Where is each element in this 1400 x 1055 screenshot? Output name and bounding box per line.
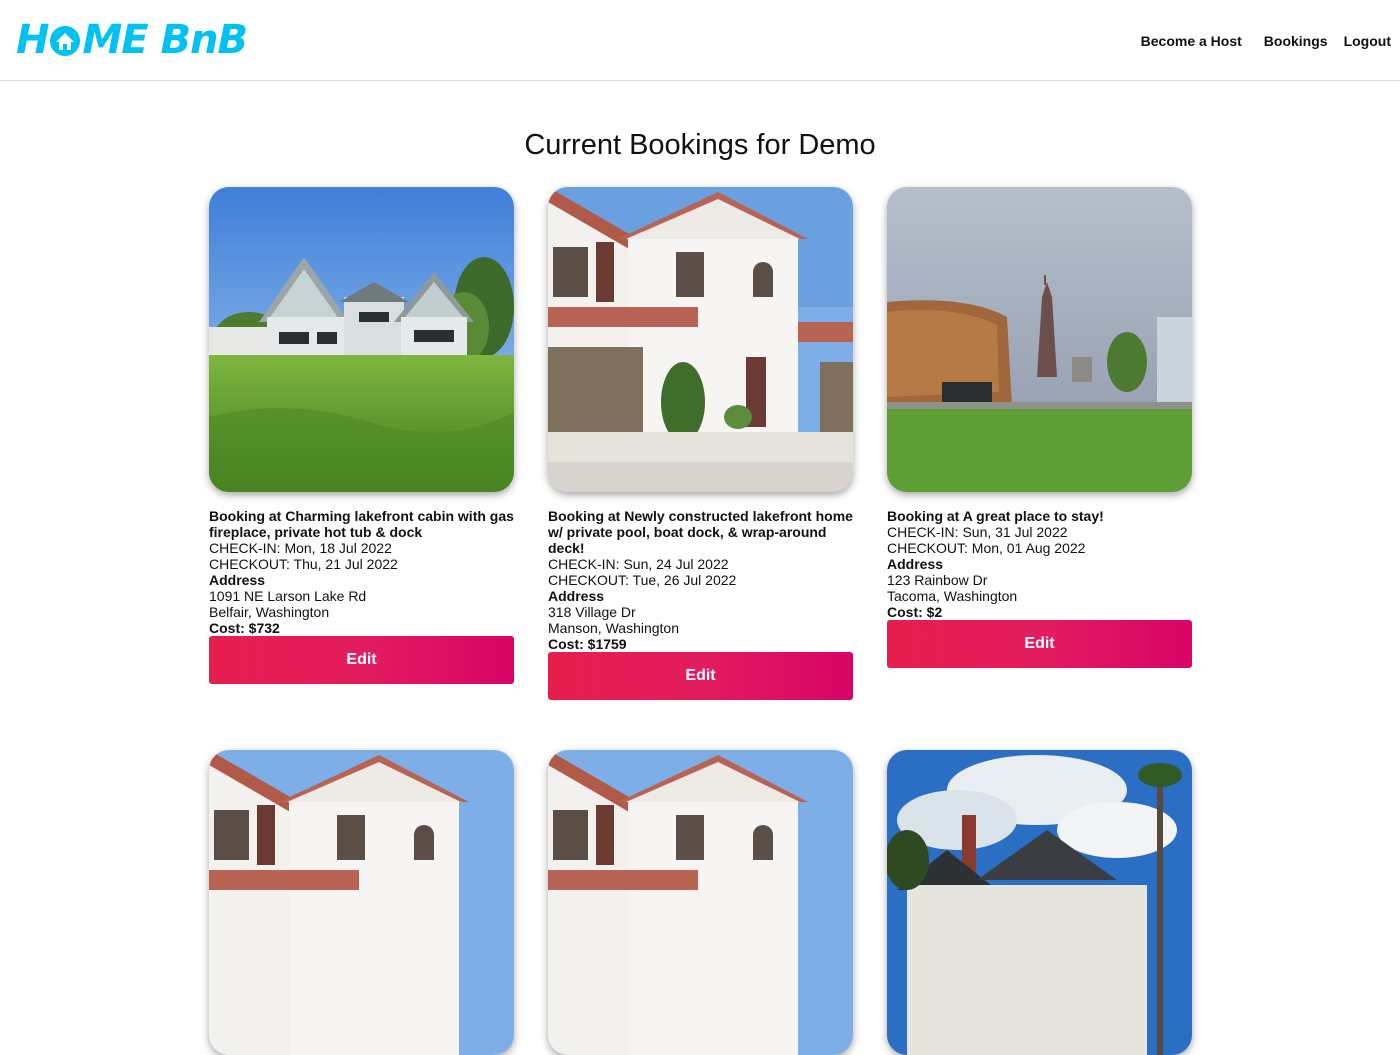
logo-text-left: H: [16, 17, 49, 63]
checkout-date: CHECKOUT: Mon, 01 Aug 2022: [887, 540, 1086, 556]
stucco-house-image: [548, 187, 853, 492]
city-skyline-image: [887, 187, 1192, 492]
booking-card: Booking at Charming lakefront cabin with…: [209, 187, 514, 684]
city-state: Manson, Washington: [548, 620, 679, 636]
street-address: 318 Village Dr: [548, 604, 636, 620]
stucco-house-image: [548, 750, 853, 1055]
listing-photo[interactable]: [887, 750, 1192, 1055]
nav-links: Become a Host Bookings Logout: [1141, 31, 1391, 51]
booking-card: Booking at Newly constructed lakefront h…: [548, 187, 853, 700]
edit-booking-button[interactable]: Edit: [887, 620, 1192, 668]
booking-cost: Cost: $2: [887, 604, 943, 620]
listing-photo[interactable]: [548, 187, 853, 492]
bookings-link[interactable]: Bookings: [1264, 31, 1328, 51]
page-title: Current Bookings for Demo: [524, 129, 876, 161]
logout-link[interactable]: Logout: [1344, 31, 1391, 51]
booking-cost: Cost: $1759: [548, 636, 627, 652]
booking-info: Booking at Charming lakefront cabin with…: [209, 508, 514, 636]
booking-title: Booking at Newly constructed lakefront h…: [548, 508, 853, 556]
check-in-date: CHECK-IN: Mon, 18 Jul 2022: [209, 540, 392, 556]
navbar: H ME BnB Become a Host Bookings Logout: [0, 0, 1400, 81]
city-state: Belfair, Washington: [209, 604, 330, 620]
listing-photo[interactable]: [209, 187, 514, 492]
check-in-date: CHECK-IN: Sun, 31 Jul 2022: [887, 524, 1068, 540]
edit-booking-button[interactable]: Edit: [209, 636, 514, 684]
booking-info: Booking at A great place to stay! CHECK-…: [887, 508, 1192, 620]
booking-card: [887, 750, 1192, 1055]
checkout-date: CHECKOUT: Tue, 26 Jul 2022: [548, 572, 737, 588]
booking-cost: Cost: $732: [209, 620, 280, 636]
booking-card: [548, 750, 853, 1055]
check-in-date: CHECK-IN: Sun, 24 Jul 2022: [548, 556, 729, 572]
booking-title: Booking at A great place to stay!: [887, 508, 1104, 524]
street-address: 1091 NE Larson Lake Rd: [209, 588, 367, 604]
become-host-link[interactable]: Become a Host: [1141, 31, 1242, 51]
logo-text-right: ME BnB: [82, 17, 248, 63]
address-label: Address: [209, 572, 266, 588]
booking-card: Booking at A great place to stay! CHECK-…: [887, 187, 1192, 668]
checkout-date: CHECKOUT: Thu, 21 Jul 2022: [209, 556, 398, 572]
booking-card: [209, 750, 514, 1055]
edit-booking-button[interactable]: Edit: [548, 652, 853, 700]
listing-photo[interactable]: [209, 750, 514, 1055]
stucco-house-image: [209, 750, 514, 1055]
booking-info: Booking at Newly constructed lakefront h…: [548, 508, 853, 652]
city-state: Tacoma, Washington: [887, 588, 1018, 604]
address-label: Address: [548, 588, 605, 604]
victorian-house-image: [887, 750, 1192, 1055]
cabin-house-image: [209, 187, 514, 492]
address-label: Address: [887, 556, 944, 572]
booking-title: Booking at Charming lakefront cabin with…: [209, 508, 514, 540]
listing-photo[interactable]: [548, 750, 853, 1055]
street-address: 123 Rainbow Dr: [887, 572, 988, 588]
home-bnb-logo[interactable]: H ME BnB: [16, 17, 248, 63]
house-icon: [50, 26, 81, 56]
listing-photo[interactable]: [887, 187, 1192, 492]
